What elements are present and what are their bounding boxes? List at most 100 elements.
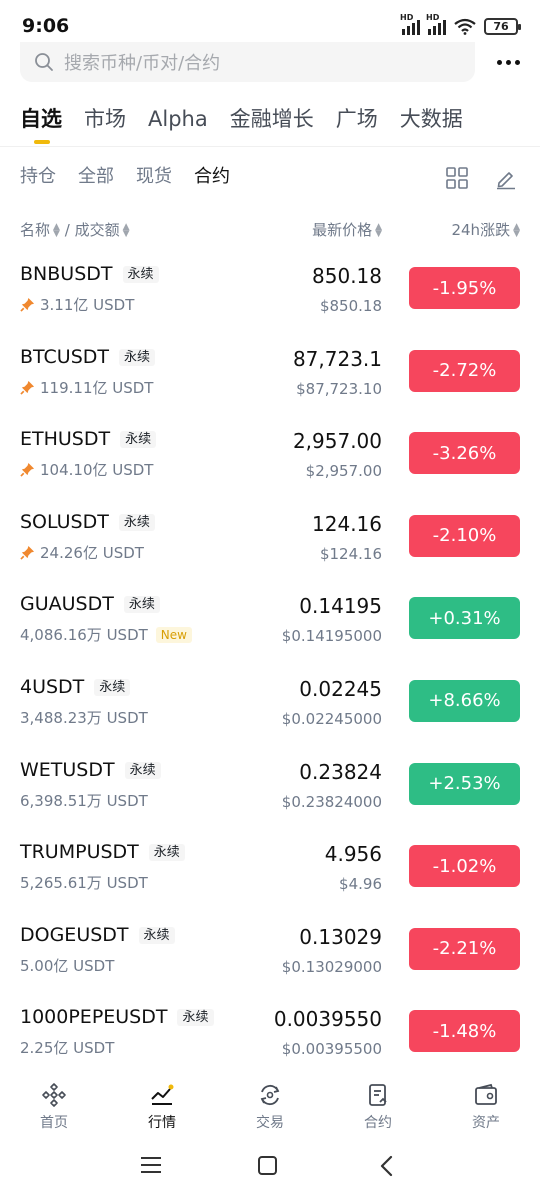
- volume-value: 5,265.61万 USDT: [20, 874, 148, 893]
- market-row[interactable]: BTCUSDT 永续 119.11亿 USDT 87,723.1 $87,723.10 -…: [0, 331, 540, 414]
- nav-label: 交易: [256, 1115, 284, 1131]
- last-price: 2,957.00: [292, 429, 382, 454]
- change-badge[interactable]: +8.66%: [409, 679, 520, 722]
- market-row[interactable]: GUAUSDT 永续 4,086.16万 USDT New 0.14195 $0.1419…: [0, 578, 540, 661]
- nav-assets[interactable]: 资产: [432, 1072, 540, 1136]
- tab-watchlist[interactable]: 自选: [20, 100, 62, 146]
- column-name-volume[interactable]: 名称 ▲ ▼ / 成交额 ▲ ▼: [20, 219, 130, 240]
- change-badge[interactable]: -1.48%: [409, 1010, 520, 1053]
- fiat-price: $2,957.00: [305, 462, 382, 481]
- volume-value: 119.11亿 USDT: [40, 378, 154, 397]
- market-row[interactable]: WETUSDT 永续 6,398.51万 USDT 0.23824 $0.2382400…: [0, 744, 540, 827]
- hd-label-2: HD: [426, 13, 440, 22]
- fiat-price: $0.02245000: [281, 709, 382, 728]
- nav-label: 首页: [40, 1115, 68, 1131]
- volume-cell: 5,265.61万 USDT: [20, 872, 148, 893]
- column-change[interactable]: 24h涨跌 ▲ ▼: [451, 219, 520, 240]
- search-icon: [35, 53, 53, 71]
- status-time: 9:06: [22, 15, 70, 37]
- volume-value: 4,086.16万 USDT: [20, 626, 148, 645]
- market-row[interactable]: TRUMPUSDT 永续 5,265.61万 USDT 4.956 $4.96 -1.02…: [0, 826, 540, 909]
- change-badge[interactable]: -1.95%: [409, 267, 520, 309]
- change-badge[interactable]: -3.26%: [409, 432, 520, 475]
- market-row[interactable]: SOLUSDT 永续 24.26亿 USDT 124.16 $124.16 -2.10%: [0, 496, 540, 579]
- last-price: 0.13029: [299, 924, 382, 949]
- symbol-cell: ETHUSDT 永续: [20, 428, 157, 450]
- nav-label: 行情: [148, 1115, 176, 1131]
- symbol-cell: WETUSDT 永续: [20, 759, 161, 781]
- volume-cell: 104.10亿 USDT: [20, 459, 153, 480]
- pin-icon: [20, 380, 35, 395]
- subtab-futures[interactable]: 合约: [194, 162, 230, 196]
- column-name-label: 名称: [20, 221, 51, 239]
- change-badge[interactable]: -2.21%: [409, 927, 520, 970]
- back-icon[interactable]: [378, 1155, 394, 1177]
- last-price: 124.16: [312, 511, 382, 536]
- perpetual-badge: 永续: [118, 513, 155, 531]
- subtab-holdings[interactable]: 持仓: [20, 162, 56, 196]
- market-row[interactable]: 1000PEPEUSDT 永续 2.25亿 USDT 0.0039550 $0.0039…: [0, 991, 540, 1074]
- change-badge[interactable]: -1.02%: [409, 845, 520, 888]
- last-price: 0.14195: [299, 594, 382, 619]
- bottom-nav: 首页 行情 交易 合约 资产: [0, 1072, 540, 1136]
- market-row[interactable]: DOGEUSDT 永续 5.00亿 USDT 0.13029 $0.13029000 -2…: [0, 909, 540, 992]
- volume-cell: 3,488.23万 USDT: [20, 707, 148, 728]
- column-sep: /: [64, 221, 70, 239]
- pin-icon: [20, 297, 35, 312]
- last-price: 87,723.1: [292, 346, 382, 371]
- change-badge[interactable]: -2.72%: [409, 349, 520, 392]
- search-input[interactable]: 搜索币种/币对/合约: [20, 42, 475, 82]
- perpetual-badge: 永续: [138, 926, 175, 944]
- symbol-cell: BNBUSDT 永续: [20, 263, 159, 285]
- column-price[interactable]: 最新价格 ▲ ▼: [312, 219, 382, 240]
- subtab-spot[interactable]: 现货: [136, 162, 172, 196]
- change-badge[interactable]: +0.31%: [409, 597, 520, 640]
- subtab-all[interactable]: 全部: [78, 162, 114, 196]
- tab-data[interactable]: 大数据: [400, 100, 463, 146]
- change-badge[interactable]: +2.53%: [409, 762, 520, 805]
- volume-cell: 6,398.51万 USDT: [20, 790, 148, 811]
- nav-label: 资产: [472, 1115, 500, 1131]
- market-row[interactable]: BNBUSDT 永续 3.11亿 USDT 850.18 $850.18 -1.95%: [0, 248, 540, 331]
- fiat-price: $850.18: [319, 297, 382, 315]
- market-row[interactable]: 4USDT 永续 3,488.23万 USDT 0.02245 $0.02245000 +…: [0, 661, 540, 744]
- symbol-name: 4USDT: [20, 675, 85, 698]
- column-headers: 名称 ▲ ▼ / 成交额 ▲ ▼ 最新价格 ▲ ▼ 24h涨跌 ▲ ▼: [0, 219, 540, 243]
- symbol-name: BNBUSDT: [20, 263, 113, 285]
- status-icons: HD HD 76: [400, 13, 521, 35]
- symbol-cell: BTCUSDT 永续: [20, 346, 156, 368]
- more-icon[interactable]: [497, 52, 520, 72]
- futures-doc-icon: [369, 1084, 387, 1106]
- tab-square[interactable]: 广场: [336, 100, 378, 146]
- symbol-cell: 1000PEPEUSDT 永续: [20, 1006, 214, 1028]
- volume-cell: 3.11亿 USDT: [20, 294, 134, 315]
- edit-icon[interactable]: [494, 166, 518, 190]
- nav-trade[interactable]: 交易: [216, 1072, 324, 1136]
- tab-market[interactable]: 市场: [84, 100, 126, 146]
- column-change-label: 24h涨跌: [451, 221, 511, 239]
- volume-value: 6,398.51万 USDT: [20, 791, 148, 810]
- nav-markets[interactable]: 行情: [108, 1072, 216, 1136]
- sort-icon: ▲ ▼: [513, 221, 520, 239]
- symbol-cell: 4USDT 永续: [20, 675, 131, 698]
- perpetual-badge: 永续: [94, 678, 131, 696]
- tab-earn[interactable]: 金融增长: [230, 100, 314, 146]
- market-row[interactable]: ETHUSDT 永续 104.10亿 USDT 2,957.00 $2,957.00 -3…: [0, 413, 540, 496]
- volume-cell: 24.26亿 USDT: [20, 542, 144, 563]
- nav-home[interactable]: 首页: [0, 1072, 108, 1136]
- symbol-name: TRUMPUSDT: [20, 841, 139, 864]
- nav-futures[interactable]: 合约: [324, 1072, 432, 1136]
- grid-view-icon[interactable]: [446, 167, 468, 189]
- signal-icon-2: HD: [426, 13, 446, 35]
- home-icon[interactable]: [258, 1156, 277, 1175]
- recent-apps-icon[interactable]: [141, 1157, 161, 1178]
- symbol-cell: GUAUSDT 永续: [20, 593, 160, 615]
- tab-alpha[interactable]: Alpha: [148, 100, 208, 146]
- symbol-cell: DOGEUSDT 永续: [20, 924, 175, 946]
- fiat-price: $124.16: [319, 544, 382, 563]
- pin-icon: [20, 545, 35, 560]
- volume-value: 3.11亿 USDT: [40, 296, 135, 314]
- change-badge[interactable]: -2.10%: [409, 514, 520, 557]
- last-price: 0.02245: [299, 676, 382, 701]
- fiat-price: $0.14195000: [281, 627, 382, 646]
